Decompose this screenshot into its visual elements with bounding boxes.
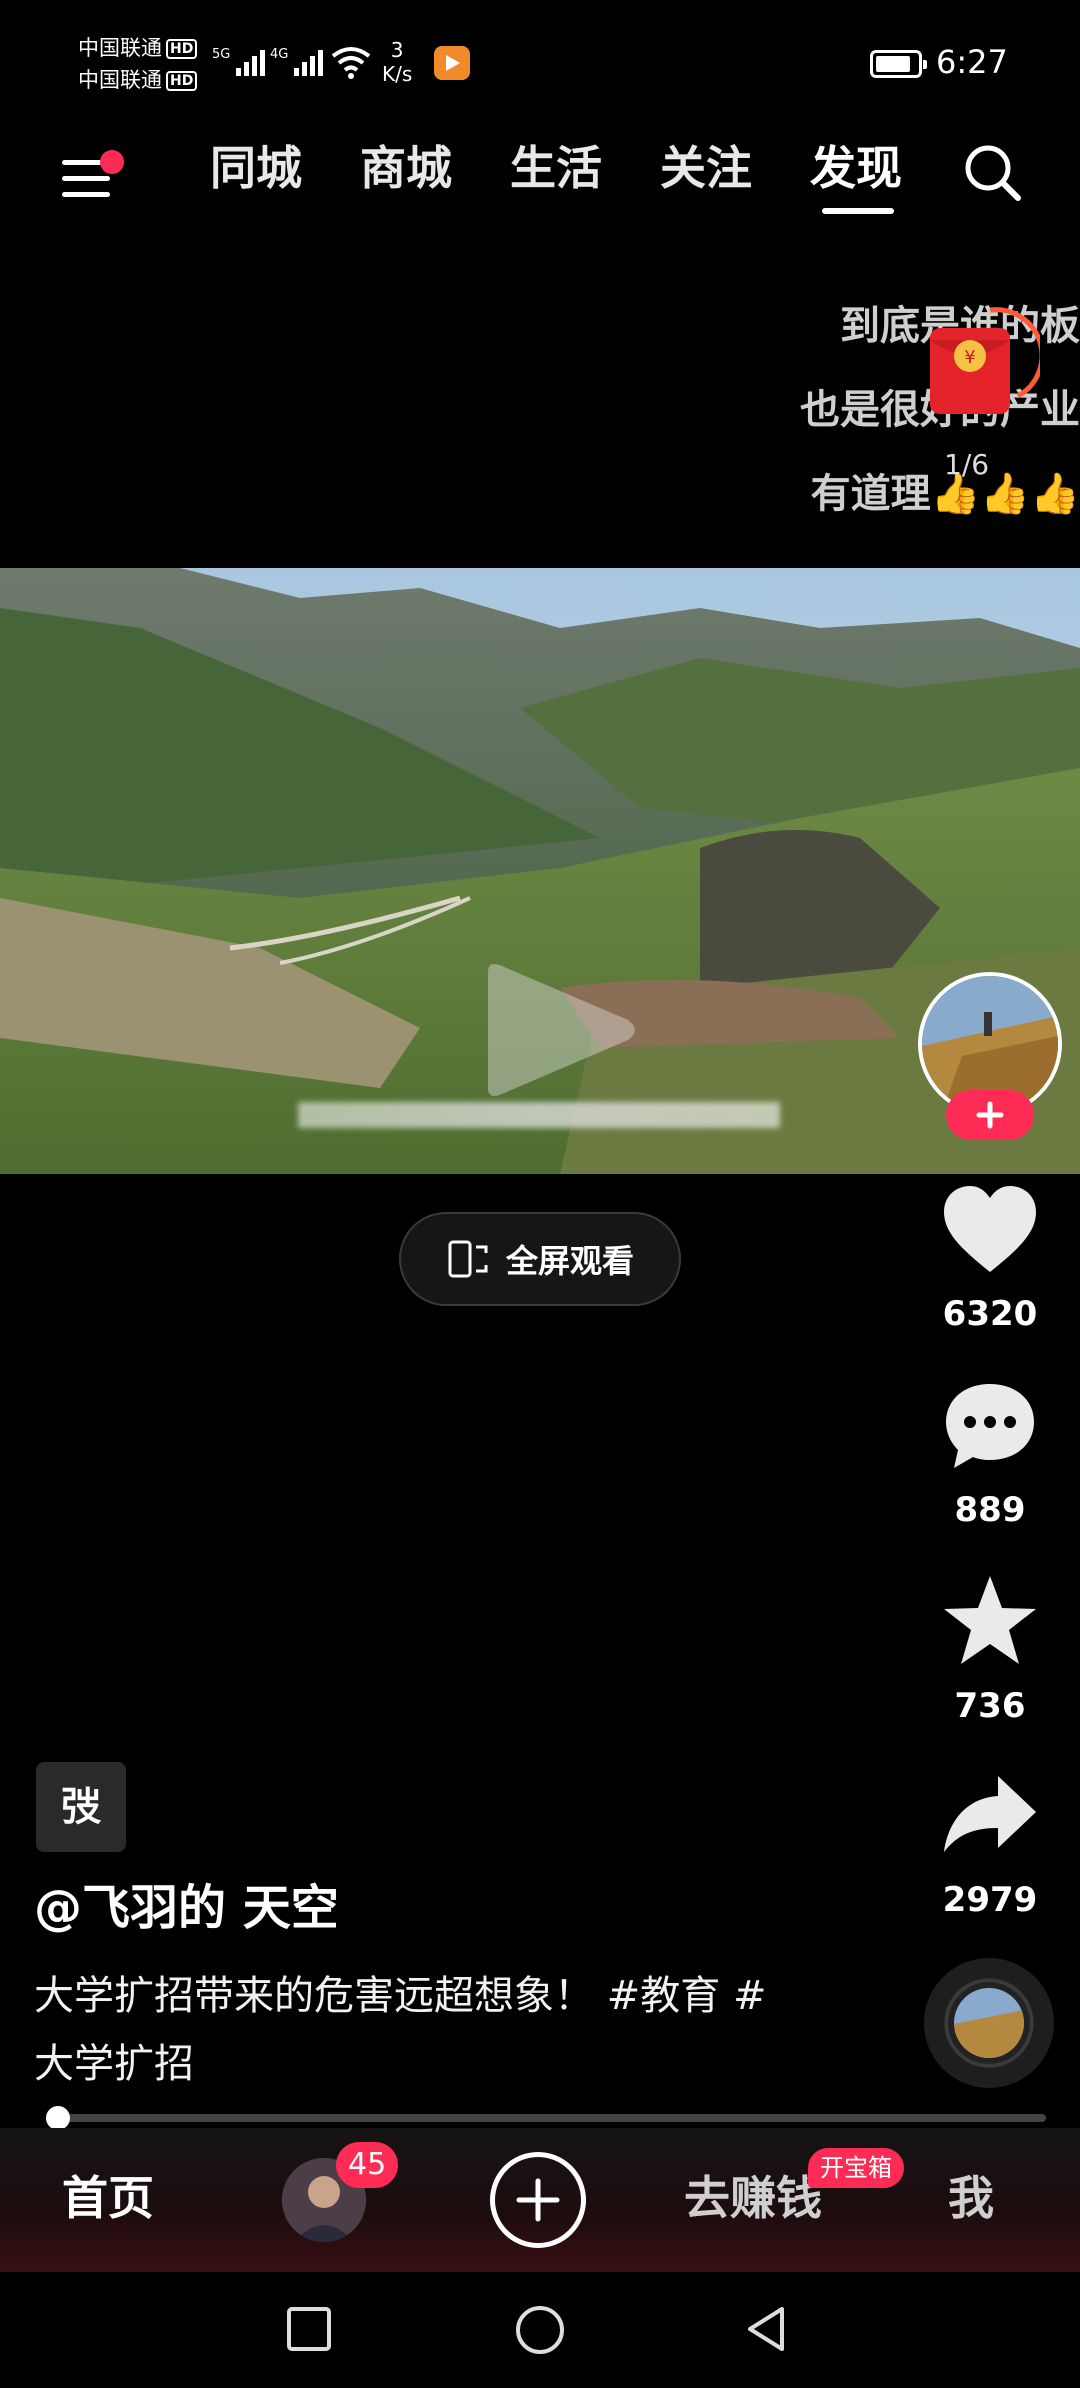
active-tab-indicator [822, 208, 894, 214]
top-nav: 同城 商城 生活 关注 发现 [0, 120, 1080, 220]
system-nav-bar [0, 2272, 1080, 2388]
share-count: 2979 [942, 1880, 1038, 1920]
plus-icon [516, 2178, 560, 2222]
red-packet-icon[interactable]: ¥ [920, 300, 1040, 440]
favorite-star-icon[interactable] [940, 1572, 1040, 1672]
svg-text:4G: 4G [270, 47, 288, 62]
menu-button[interactable] [60, 140, 124, 200]
creator-badge[interactable]: 弢 [36, 1762, 126, 1852]
home-circle-icon[interactable] [514, 2304, 566, 2356]
tab-faxian[interactable]: 发现 [810, 138, 902, 198]
signal-5g-icon: 5G [212, 47, 265, 76]
video-progress-bar[interactable] [46, 2106, 1046, 2130]
status-bar: 中国联通 HD 中国联通 HD 5G 4G 3 K/s 6:27 [0, 0, 1080, 120]
follow-plus-icon[interactable] [946, 1090, 1034, 1140]
music-disc[interactable] [924, 1958, 1054, 2088]
notification-app-icon [434, 46, 470, 80]
play-overlay-icon[interactable] [478, 960, 648, 1100]
recent-apps-icon[interactable] [284, 2304, 334, 2354]
tab-me[interactable]: 我 [948, 2168, 994, 2228]
comment-count: 889 [954, 1490, 1026, 1530]
fullscreen-button[interactable]: 全屏观看 [399, 1212, 681, 1306]
blurred-subtitle [298, 1102, 780, 1128]
progress-knob[interactable] [46, 2106, 70, 2130]
svg-text:¥: ¥ [964, 347, 975, 368]
favorite-count: 736 [954, 1686, 1026, 1726]
back-triangle-icon[interactable] [742, 2304, 792, 2354]
tab-guanzhu[interactable]: 关注 [660, 138, 752, 198]
tab-shangcheng[interactable]: 商城 [360, 138, 452, 198]
create-button[interactable] [490, 2152, 586, 2248]
tab-shenghuo[interactable]: 生活 [510, 138, 602, 198]
notification-dot [100, 150, 124, 174]
tab-earn[interactable]: 去赚钱 [684, 2168, 822, 2228]
bottom-tab-bar: 首页 45 去赚钱 开宝箱 我 [0, 2128, 1080, 2272]
search-icon[interactable] [960, 140, 1024, 204]
carrier-2: 中国联通 HD [78, 68, 198, 92]
battery-icon [870, 50, 927, 78]
like-heart-icon[interactable] [940, 1182, 1040, 1282]
fullscreen-icon [448, 1240, 488, 1278]
signal-4g-icon: 4G [270, 47, 323, 76]
tab-home[interactable]: 首页 [62, 2168, 154, 2228]
clock: 6:27 [936, 43, 1008, 81]
carrier-1: 中国联通 HD [78, 36, 198, 60]
treasure-box-badge: 开宝箱 [808, 2148, 904, 2188]
svg-text:5G: 5G [212, 47, 230, 62]
music-disc-cover [954, 1988, 1024, 2058]
author-name[interactable]: @飞羽的 天空 [34, 1878, 339, 1938]
tab-tongcheng[interactable]: 同城 [210, 138, 302, 198]
fullscreen-label: 全屏观看 [505, 1242, 634, 1280]
share-arrow-icon[interactable] [940, 1766, 1040, 1866]
wifi-icon [331, 47, 371, 79]
video-description[interactable]: 大学扩招带来的危害远超想象！ #教育 #大学扩招 [34, 1962, 794, 2098]
friends-count-badge: 45 [336, 2142, 399, 2188]
net-speed: 3 K/s [382, 38, 413, 86]
like-count: 6320 [942, 1294, 1038, 1334]
page-counter: 1/6 [944, 448, 990, 481]
comment-bubble-icon[interactable] [940, 1376, 1040, 1476]
